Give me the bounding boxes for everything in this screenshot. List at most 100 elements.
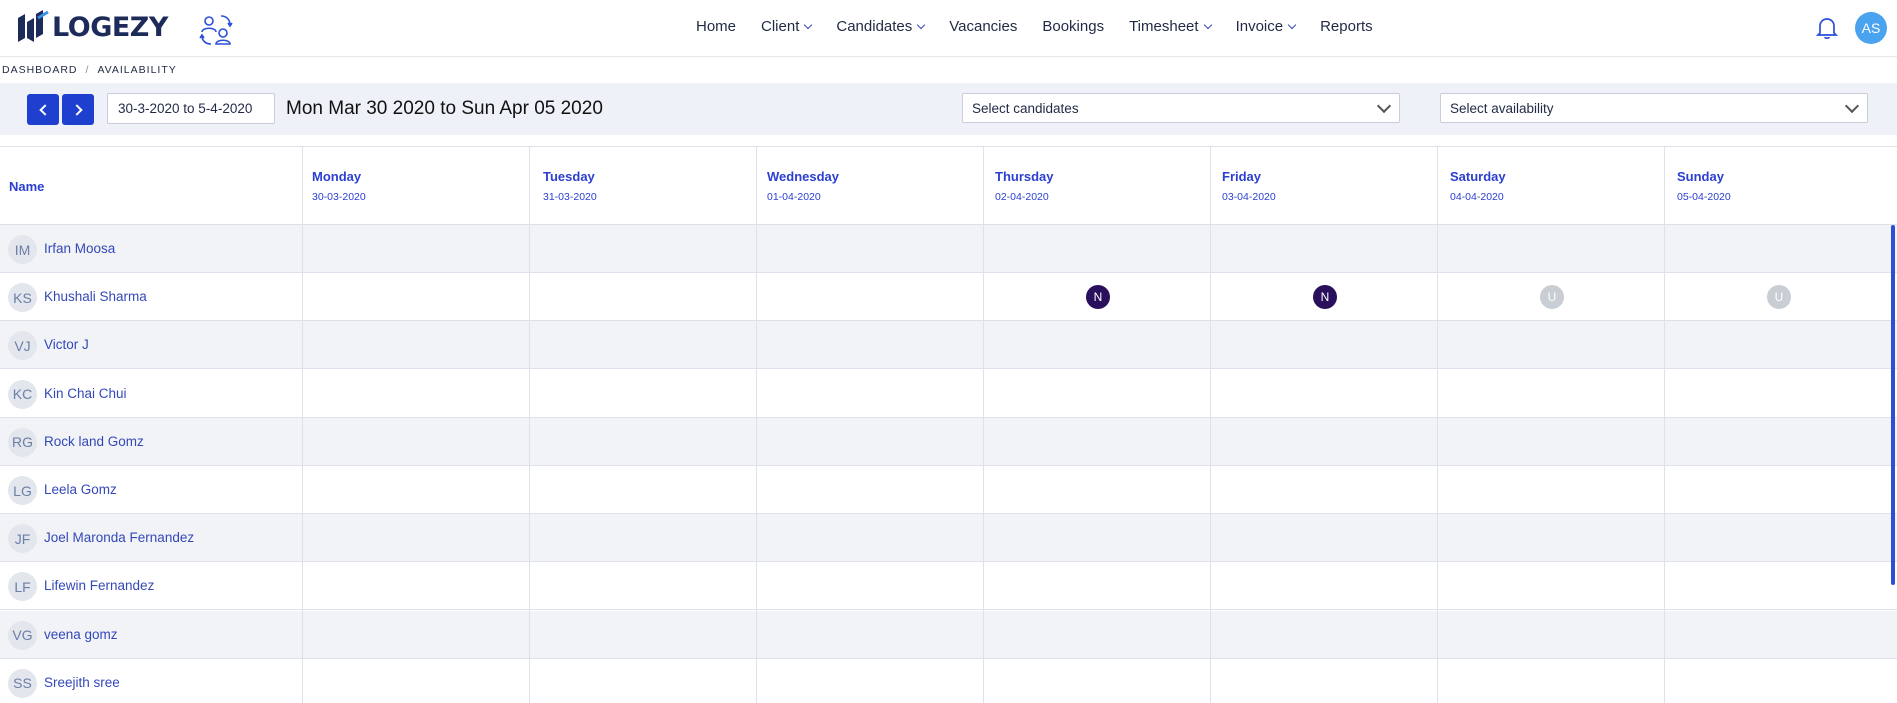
availability-cell[interactable] xyxy=(1438,514,1664,561)
availability-cell[interactable] xyxy=(984,562,1210,609)
availability-badge[interactable]: U xyxy=(1540,285,1564,310)
availability-cell[interactable] xyxy=(1211,611,1437,658)
availability-cell[interactable] xyxy=(757,418,983,465)
availability-cell[interactable] xyxy=(1438,321,1664,368)
availability-cell[interactable] xyxy=(984,321,1210,368)
previous-week-button[interactable] xyxy=(27,94,59,125)
availability-cell[interactable] xyxy=(757,321,983,368)
name-column-header[interactable]: Name xyxy=(9,179,44,194)
candidate-name-link[interactable]: Victor J xyxy=(44,337,89,352)
availability-cell[interactable] xyxy=(1211,466,1437,513)
nav-timesheet[interactable]: Timesheet xyxy=(1129,18,1212,35)
nav-invoice[interactable]: Invoice xyxy=(1236,18,1297,35)
availability-cell[interactable]: U xyxy=(1438,273,1664,320)
availability-cell[interactable] xyxy=(530,466,756,513)
availability-cell[interactable] xyxy=(1665,514,1895,561)
availability-cell[interactable] xyxy=(303,273,529,320)
swap-users-icon[interactable] xyxy=(197,11,235,49)
availability-cell[interactable] xyxy=(1665,611,1895,658)
candidate-name-link[interactable]: Irfan Moosa xyxy=(44,241,115,256)
availability-cell[interactable] xyxy=(1211,370,1437,417)
availability-cell[interactable] xyxy=(303,659,529,703)
availability-cell[interactable]: N xyxy=(984,273,1210,320)
availability-cell[interactable] xyxy=(1211,514,1437,561)
availability-cell[interactable] xyxy=(530,659,756,703)
availability-cell[interactable] xyxy=(530,514,756,561)
nav-bookings[interactable]: Bookings xyxy=(1042,18,1104,35)
candidate-name-link[interactable]: Khushali Sharma xyxy=(44,289,147,304)
availability-badge[interactable]: N xyxy=(1086,285,1110,310)
nav-reports[interactable]: Reports xyxy=(1320,18,1373,35)
candidate-name-link[interactable]: Joel Maronda Fernandez xyxy=(44,530,194,545)
availability-cell[interactable] xyxy=(757,370,983,417)
availability-cell[interactable] xyxy=(530,562,756,609)
availability-cell[interactable] xyxy=(530,418,756,465)
date-range-input[interactable] xyxy=(107,93,275,124)
candidate-name-link[interactable]: Lifewin Fernandez xyxy=(44,578,154,593)
candidates-select[interactable]: Select candidates xyxy=(962,93,1400,123)
availability-badge[interactable]: U xyxy=(1767,285,1791,310)
availability-cell[interactable] xyxy=(1438,225,1664,272)
availability-cell[interactable] xyxy=(303,514,529,561)
candidate-name-link[interactable]: Sreejith sree xyxy=(44,675,120,690)
availability-cell[interactable] xyxy=(303,225,529,272)
availability-cell[interactable] xyxy=(530,273,756,320)
vertical-scrollbar[interactable] xyxy=(1891,225,1895,585)
availability-cell[interactable] xyxy=(1665,370,1895,417)
availability-cell[interactable] xyxy=(303,418,529,465)
availability-cell[interactable] xyxy=(1665,466,1895,513)
availability-cell[interactable] xyxy=(757,225,983,272)
availability-cell[interactable] xyxy=(757,611,983,658)
availability-cell[interactable] xyxy=(303,321,529,368)
nav-home[interactable]: Home xyxy=(696,18,736,35)
availability-cell[interactable] xyxy=(1438,370,1664,417)
availability-cell[interactable] xyxy=(1438,562,1664,609)
availability-cell[interactable] xyxy=(757,514,983,561)
availability-cell[interactable] xyxy=(1438,466,1664,513)
candidate-name-link[interactable]: Leela Gomz xyxy=(44,482,117,497)
availability-cell[interactable] xyxy=(530,321,756,368)
availability-cell[interactable] xyxy=(757,466,983,513)
availability-cell[interactable] xyxy=(1211,418,1437,465)
candidate-name-link[interactable]: Rock land Gomz xyxy=(44,434,144,449)
logo[interactable]: LOGEZY xyxy=(14,6,168,48)
breadcrumb-dashboard[interactable]: DASHBOARD xyxy=(2,64,78,76)
availability-badge[interactable]: N xyxy=(1313,285,1337,310)
availability-cell[interactable] xyxy=(1665,225,1895,272)
availability-cell[interactable] xyxy=(530,611,756,658)
availability-cell[interactable] xyxy=(984,466,1210,513)
availability-cell[interactable] xyxy=(757,659,983,703)
availability-cell[interactable] xyxy=(984,514,1210,561)
availability-cell[interactable] xyxy=(1665,321,1895,368)
nav-client[interactable]: Client xyxy=(761,18,813,35)
availability-cell[interactable] xyxy=(1211,321,1437,368)
availability-cell[interactable] xyxy=(757,273,983,320)
availability-cell[interactable] xyxy=(984,659,1210,703)
candidate-name-link[interactable]: Kin Chai Chui xyxy=(44,386,127,401)
availability-cell[interactable] xyxy=(1211,562,1437,609)
availability-cell[interactable] xyxy=(530,225,756,272)
availability-cell[interactable] xyxy=(1211,225,1437,272)
availability-cell[interactable] xyxy=(1438,611,1664,658)
availability-select[interactable]: Select availability xyxy=(1440,93,1868,123)
candidate-name-link[interactable]: veena gomz xyxy=(44,627,118,642)
availability-cell[interactable]: U xyxy=(1665,273,1895,320)
availability-cell[interactable] xyxy=(1438,659,1664,703)
availability-cell[interactable] xyxy=(1665,418,1895,465)
availability-cell[interactable] xyxy=(1438,418,1664,465)
nav-candidates[interactable]: Candidates xyxy=(836,18,926,35)
availability-cell[interactable] xyxy=(984,370,1210,417)
availability-cell[interactable] xyxy=(303,370,529,417)
availability-cell[interactable] xyxy=(303,466,529,513)
bell-icon[interactable] xyxy=(1816,16,1838,40)
availability-cell[interactable] xyxy=(303,562,529,609)
availability-cell[interactable] xyxy=(1211,659,1437,703)
availability-cell[interactable] xyxy=(530,370,756,417)
availability-cell[interactable]: N xyxy=(1211,273,1437,320)
availability-cell[interactable] xyxy=(1665,659,1895,703)
availability-cell[interactable] xyxy=(1665,562,1895,609)
user-avatar[interactable]: AS xyxy=(1855,12,1887,44)
availability-cell[interactable] xyxy=(984,611,1210,658)
nav-vacancies[interactable]: Vacancies xyxy=(949,18,1017,35)
next-week-button[interactable] xyxy=(62,94,94,125)
